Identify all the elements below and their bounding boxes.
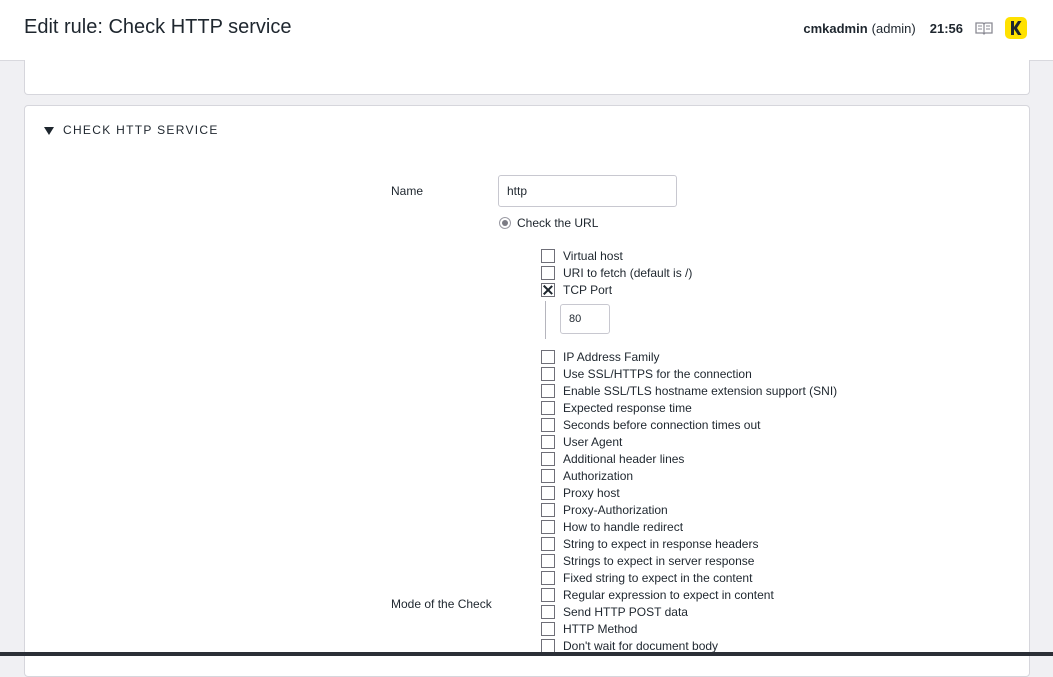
- collapse-triangle-icon[interactable]: [44, 127, 54, 135]
- option-checkbox[interactable]: [541, 451, 555, 466]
- clock: 21:56: [929, 20, 963, 36]
- option-label: Additional header lines: [563, 451, 685, 466]
- option-checkbox[interactable]: [541, 570, 555, 585]
- option-checkbox[interactable]: [541, 366, 555, 381]
- option-checkbox[interactable]: [541, 349, 555, 364]
- option-row[interactable]: Authorization: [541, 467, 633, 484]
- option-row[interactable]: URI to fetch (default is /): [541, 264, 692, 281]
- option-label: HTTP Method: [563, 621, 638, 636]
- option-checkbox[interactable]: [541, 248, 555, 263]
- option-row[interactable]: Strings to expect in server response: [541, 552, 754, 569]
- previous-section-panel: [24, 60, 1030, 95]
- option-checkbox[interactable]: [541, 485, 555, 500]
- option-checkbox[interactable]: [541, 265, 555, 280]
- option-label: Proxy-Authorization: [563, 502, 668, 517]
- option-checkbox[interactable]: [541, 638, 555, 653]
- name-label: Name: [391, 184, 424, 198]
- book-icon[interactable]: [975, 21, 993, 35]
- option-row[interactable]: Proxy host: [541, 484, 620, 501]
- option-row[interactable]: String to expect in response headers: [541, 535, 758, 552]
- check-url-radio-row[interactable]: Check the URL: [499, 216, 598, 230]
- option-label: Fixed string to expect in the content: [563, 570, 753, 585]
- option-checkbox[interactable]: [541, 553, 555, 568]
- option-checkbox[interactable]: [541, 502, 555, 517]
- option-checkbox[interactable]: [541, 383, 555, 398]
- check-url-radio[interactable]: [499, 217, 511, 229]
- option-label: How to handle redirect: [563, 519, 684, 534]
- option-row[interactable]: Seconds before connection times out: [541, 416, 760, 433]
- option-label: Virtual host: [563, 248, 623, 263]
- option-label: Send HTTP POST data: [563, 604, 688, 619]
- option-checkbox[interactable]: [541, 587, 555, 602]
- option-row[interactable]: How to handle redirect: [541, 518, 683, 535]
- option-row[interactable]: User Agent: [541, 433, 622, 450]
- page-title: Edit rule: Check HTTP service: [24, 16, 292, 38]
- option-checkbox[interactable]: [541, 434, 555, 449]
- option-checkbox[interactable]: [541, 621, 555, 636]
- option-label: User Agent: [563, 434, 623, 449]
- option-row[interactable]: Expected response time: [541, 399, 692, 416]
- option-row[interactable]: Virtual host: [541, 247, 623, 264]
- username-link[interactable]: cmkadmin: [803, 21, 867, 36]
- option-row[interactable]: Additional header lines: [541, 450, 684, 467]
- name-input[interactable]: [498, 175, 677, 207]
- option-row[interactable]: Proxy-Authorization: [541, 501, 668, 518]
- user-role: (admin): [871, 20, 916, 36]
- option-checkbox[interactable]: [541, 282, 555, 297]
- option-label: Enable SSL/TLS hostname extension suppor…: [563, 383, 838, 398]
- checkmk-k-logo-icon[interactable]: [1005, 17, 1027, 39]
- option-row[interactable]: HTTP Method: [541, 620, 637, 637]
- option-row[interactable]: Enable SSL/TLS hostname extension suppor…: [541, 382, 837, 399]
- option-row[interactable]: Regular expression to expect in content: [541, 586, 774, 603]
- mode-of-check-label: Mode of the Check: [391, 597, 492, 611]
- option-label: Expected response time: [563, 400, 692, 415]
- tcp-port-indent-line: [545, 301, 546, 339]
- option-label: URI to fetch (default is /): [563, 265, 693, 280]
- option-label: Strings to expect in server response: [563, 553, 755, 568]
- user-area: cmkadmin (admin) 21:56: [803, 15, 1027, 41]
- option-checkbox[interactable]: [541, 400, 555, 415]
- option-label: String to expect in response headers: [563, 536, 759, 551]
- option-checkbox[interactable]: [541, 536, 555, 551]
- option-label: Don't wait for document body: [563, 638, 719, 653]
- section-header[interactable]: CHECK HTTP SERVICE: [44, 123, 219, 137]
- option-row[interactable]: Fixed string to expect in the content: [541, 569, 752, 586]
- option-checkbox[interactable]: [541, 468, 555, 483]
- check-http-service-panel: CHECK HTTP SERVICE Name Check the URL Vi…: [24, 105, 1030, 677]
- option-label: Regular expression to expect in content: [563, 587, 774, 602]
- option-label: IP Address Family: [563, 349, 660, 364]
- option-label: TCP Port: [563, 282, 613, 297]
- option-row[interactable]: TCP Port: [541, 281, 612, 298]
- option-label: Use SSL/HTTPS for the connection: [563, 366, 752, 381]
- option-label: Authorization: [563, 468, 634, 483]
- option-row[interactable]: Use SSL/HTTPS for the connection: [541, 365, 752, 382]
- option-checkbox[interactable]: [541, 417, 555, 432]
- option-checkbox[interactable]: [541, 604, 555, 619]
- option-label: Seconds before connection times out: [563, 417, 761, 432]
- option-checkbox[interactable]: [541, 519, 555, 534]
- check-url-label: Check the URL: [517, 216, 599, 230]
- top-header: Edit rule: Check HTTP service cmkadmin (…: [0, 0, 1053, 61]
- section-title: CHECK HTTP SERVICE: [63, 123, 219, 137]
- bottom-edge: [0, 652, 1053, 656]
- option-row[interactable]: Send HTTP POST data: [541, 603, 688, 620]
- tcp-port-input[interactable]: [560, 304, 610, 334]
- option-row[interactable]: IP Address Family: [541, 348, 659, 365]
- option-label: Proxy host: [563, 485, 620, 500]
